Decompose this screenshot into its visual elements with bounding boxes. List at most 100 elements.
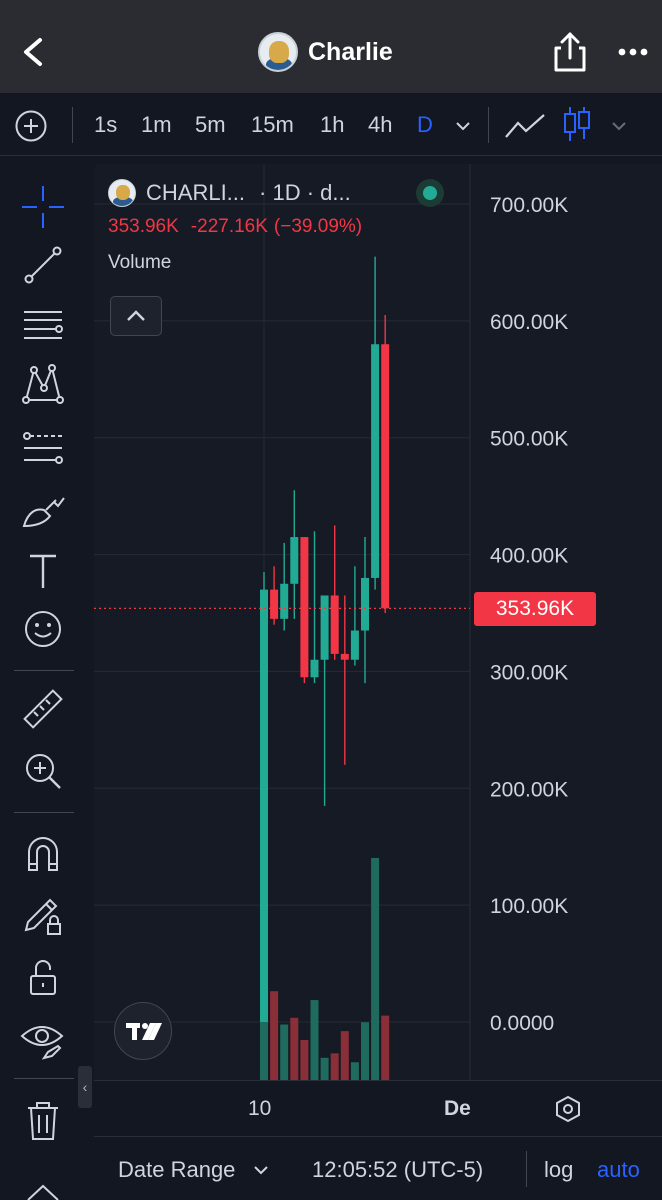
toolbar-divider	[488, 107, 489, 143]
more-icon	[618, 48, 648, 56]
sidebar-divider	[14, 1078, 74, 1079]
trend-line-tool[interactable]	[20, 242, 66, 288]
volume-bar	[310, 1000, 319, 1080]
y-tick-label: 400.00K	[490, 545, 568, 568]
footer-divider	[526, 1151, 527, 1187]
zoom-tool[interactable]	[20, 748, 66, 794]
interval-4h[interactable]: 4h	[368, 111, 392, 139]
brush-icon	[22, 497, 65, 528]
text-icon	[30, 554, 56, 588]
app-header: Charlie	[0, 0, 662, 93]
candles-icon	[564, 107, 590, 141]
market-status-indicator	[416, 179, 444, 207]
share-button[interactable]	[550, 30, 590, 74]
settings-hexagon-icon	[556, 1095, 580, 1123]
chevron-down-icon	[612, 122, 626, 131]
volume-bar	[350, 1062, 359, 1080]
lock-all-tool[interactable]	[20, 954, 66, 1000]
x-tick-label: De	[444, 1097, 471, 1120]
last-price-tag: 353.96K	[474, 592, 596, 626]
pattern-tool[interactable]	[20, 362, 66, 408]
y-tick-label: 600.00K	[490, 311, 568, 334]
volume-bar	[280, 1024, 289, 1080]
chart-settings-button[interactable]	[552, 1093, 584, 1125]
candle-body	[350, 630, 359, 660]
drawing-tools-sidebar	[0, 164, 88, 1200]
sidebar-divider	[14, 670, 74, 671]
interval-1s[interactable]: 1s	[94, 111, 117, 139]
volume-bar	[330, 1053, 339, 1080]
coin-avatar	[258, 32, 298, 72]
chevron-left-icon	[24, 38, 42, 66]
interval-5m[interactable]: 5m	[195, 111, 226, 139]
volume-bar	[381, 1015, 390, 1080]
toolbar-divider	[72, 107, 73, 143]
visibility-tool[interactable]	[20, 1016, 66, 1062]
smiley-icon	[25, 611, 61, 647]
candle-body	[310, 659, 319, 678]
auto-scale-toggle[interactable]: auto	[597, 1157, 640, 1183]
y-tick-label: 0.0000	[490, 1012, 554, 1035]
y-tick-label: 200.00K	[490, 778, 568, 801]
chevron-up-icon	[127, 310, 145, 321]
chart-type-dropdown-button[interactable]	[608, 115, 630, 137]
eye-icon	[20, 1026, 64, 1060]
fib-retracement-tool[interactable]	[20, 302, 66, 348]
legend-change-pct: (−39.09%)	[273, 216, 363, 237]
date-range-dropdown[interactable]	[250, 1159, 272, 1181]
chart-toolbar: 1s 1m 5m 15m 1h 4h D	[0, 93, 662, 156]
horizontal-lines-icon	[24, 311, 63, 339]
time-axis[interactable]: 10 De	[94, 1080, 662, 1136]
add-symbol-button[interactable]	[14, 109, 48, 143]
brush-tool[interactable]	[20, 488, 66, 534]
candle-body	[330, 595, 339, 654]
tradingview-logo[interactable]	[114, 1002, 172, 1060]
crosshair-tool[interactable]	[20, 184, 66, 230]
share-icon	[554, 32, 586, 72]
legend-interval: · 1D · d...	[259, 180, 351, 205]
back-button[interactable]	[14, 32, 54, 72]
candle-body	[371, 344, 380, 578]
lock-drawing-tool[interactable]	[20, 892, 66, 938]
sidebar-divider	[14, 812, 74, 813]
legend-symbol[interactable]: CHARLI...	[146, 180, 245, 206]
trend-line-icon	[24, 246, 62, 284]
tradingview-logo-icon	[126, 1023, 162, 1040]
forecast-tool[interactable]	[20, 426, 66, 472]
interval-1m[interactable]: 1m	[141, 111, 172, 139]
plus-circle-icon	[15, 110, 47, 142]
date-range-button[interactable]: Date Range	[118, 1157, 235, 1183]
legend-close: 353.96K	[108, 216, 179, 237]
pencil-lock-icon	[24, 898, 61, 935]
timezone-clock[interactable]: 12:05:52 (UTC-5)	[312, 1157, 483, 1183]
emoji-tool[interactable]	[20, 606, 66, 652]
measure-tool[interactable]	[20, 686, 66, 732]
log-scale-toggle[interactable]: log	[544, 1157, 573, 1183]
text-tool[interactable]	[20, 548, 66, 594]
sidebar-collapse-handle[interactable]: ‹	[78, 1066, 92, 1108]
diamond-icon	[27, 1184, 59, 1200]
remove-drawings-tool[interactable]	[20, 1098, 66, 1144]
y-tick-label: 100.00K	[490, 895, 568, 918]
candle-body	[300, 537, 309, 678]
volume-bar	[340, 1031, 349, 1080]
interval-15m[interactable]: 15m	[251, 111, 294, 139]
chart-type-candles-button[interactable]	[560, 105, 594, 143]
chart-type-line-button[interactable]	[504, 109, 546, 143]
unlock-icon	[30, 960, 56, 995]
legend-collapse-button[interactable]	[110, 296, 162, 336]
legend-change: -227.16K	[190, 216, 268, 237]
interval-dropdown-button[interactable]	[452, 115, 474, 137]
more-button[interactable]	[612, 36, 652, 66]
chevron-down-icon	[254, 1166, 268, 1175]
interval-1h[interactable]: 1h	[320, 111, 344, 139]
chart-legend: CHARLI... · 1D · d... 353.96K -227.16K (…	[108, 178, 488, 274]
legend-values: 353.96K -227.16K (−39.09%)	[108, 216, 488, 238]
interval-d[interactable]: D	[417, 111, 433, 139]
forecast-icon	[23, 432, 63, 464]
magnet-tool[interactable]	[20, 830, 66, 876]
candle-body	[381, 344, 390, 609]
hide-tool[interactable]	[20, 1178, 66, 1200]
volume-indicator-label[interactable]: Volume	[108, 252, 488, 274]
chart-footer: Date Range 12:05:52 (UTC-5) log auto	[94, 1136, 662, 1200]
